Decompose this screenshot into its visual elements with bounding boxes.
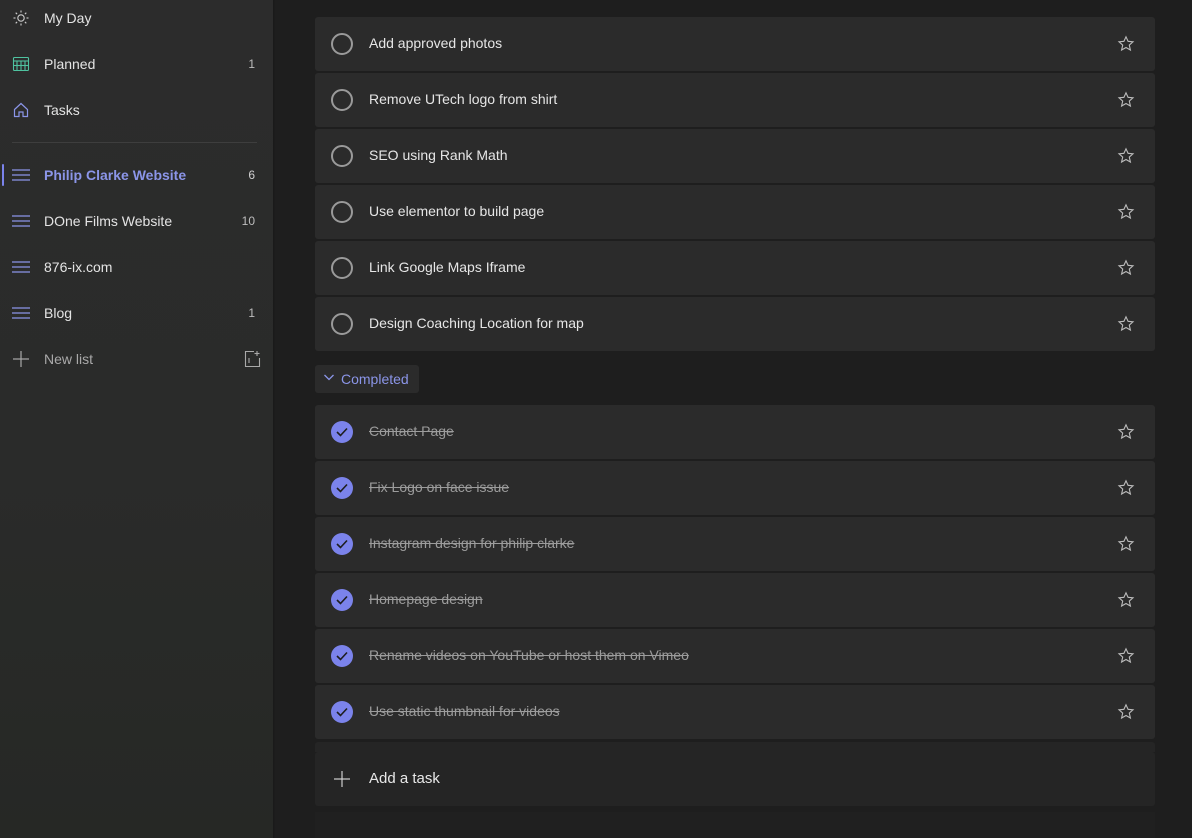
completed-task-item[interactable]: Use static thumbnail for videos [315,685,1155,739]
completed-task-item[interactable]: Rename videos on YouTube or host them on… [315,629,1155,683]
sidebar-item-my-day[interactable]: My Day [0,0,274,41]
sidebar-list-blog[interactable]: Blog 1 [0,290,274,336]
task-item[interactable]: Design Coaching Location for map [315,297,1155,351]
star-icon[interactable] [1117,479,1135,497]
completed-section-toggle[interactable]: Completed [315,365,419,393]
complete-checkbox[interactable] [331,313,353,335]
sidebar: My Day Planned 1 Tasks Philip Clarke Web… [0,0,274,838]
list-icon [12,304,30,322]
task-title: Link Google Maps Iframe [369,259,526,275]
checked-checkbox[interactable] [331,421,353,443]
chevron-down-icon [323,370,335,388]
star-icon[interactable] [1117,703,1135,721]
complete-checkbox[interactable] [331,145,353,167]
completed-task-item[interactable]: Contact Page [315,405,1155,459]
task-item[interactable]: Add approved photos [315,17,1155,71]
task-item[interactable]: Use elementor to build page [315,185,1155,239]
complete-checkbox[interactable] [331,201,353,223]
checked-checkbox[interactable] [331,533,353,555]
sidebar-item-label: My Day [44,10,92,26]
completed-task-item[interactable]: Homepage design [315,573,1155,627]
star-icon[interactable] [1117,591,1135,609]
task-title: Add approved photos [369,35,503,51]
scroll-overflow-edge [315,742,1155,752]
task-title: Homepage design [369,591,483,607]
star-icon[interactable] [1117,147,1135,165]
home-icon [12,101,30,119]
star-icon[interactable] [1117,647,1135,665]
sidebar-list-876-ix[interactable]: 876-ix.com [0,244,274,290]
calendar-icon [12,55,30,73]
list-icon [12,258,30,276]
completed-label: Completed [341,371,409,387]
sidebar-item-tasks[interactable]: Tasks [0,87,274,133]
sidebar-divider [12,142,257,143]
task-list-pane: Add approved photos Remove UTech logo fr… [275,0,1192,838]
active-indicator [2,164,4,186]
complete-checkbox[interactable] [331,257,353,279]
task-count: 10 [241,214,255,228]
task-title: Remove UTech logo from shirt [369,91,558,107]
bottom-overflow-area [315,812,1155,838]
add-task-label: Add a task [369,770,440,787]
checked-checkbox[interactable] [331,701,353,723]
sidebar-item-label: DOne Films Website [44,213,173,229]
checked-checkbox[interactable] [331,477,353,499]
task-title: Rename videos on YouTube or host them on… [369,647,689,663]
task-count: 6 [248,168,255,182]
sidebar-item-label: Tasks [44,102,80,118]
task-item[interactable]: Remove UTech logo from shirt [315,73,1155,127]
star-icon[interactable] [1117,91,1135,109]
sun-icon [12,9,30,27]
completed-task-item[interactable]: Instagram design for philip clarke [315,517,1155,571]
task-item[interactable]: Link Google Maps Iframe [315,241,1155,295]
checked-checkbox[interactable] [331,645,353,667]
new-group-icon[interactable] [243,350,261,373]
sidebar-item-label: Blog [44,305,73,321]
list-icon [12,166,30,184]
task-title: Use elementor to build page [369,203,545,219]
task-title: Fix Logo on face issue [369,479,510,495]
star-icon[interactable] [1117,259,1135,277]
task-title: Use static thumbnail for videos [369,703,560,719]
sidebar-item-planned[interactable]: Planned 1 [0,41,274,87]
checked-checkbox[interactable] [331,589,353,611]
task-title: Contact Page [369,423,454,439]
sidebar-item-label: Philip Clarke Website [44,167,187,183]
sidebar-list-philip-clarke-website[interactable]: Philip Clarke Website 6 [0,152,274,198]
new-list-button[interactable]: New list [0,336,274,382]
task-title: Instagram design for philip clarke [369,535,575,551]
star-icon[interactable] [1117,535,1135,553]
star-icon[interactable] [1117,423,1135,441]
list-icon [12,212,30,230]
task-title: Design Coaching Location for map [369,315,584,331]
add-task-input[interactable]: Add a task [315,752,1155,806]
complete-checkbox[interactable] [331,33,353,55]
sidebar-item-label: Planned [44,56,96,72]
sidebar-item-label: 876-ix.com [44,259,113,275]
star-icon[interactable] [1117,315,1135,333]
complete-checkbox[interactable] [331,89,353,111]
task-count: 1 [248,57,255,71]
new-list-label: New list [44,351,94,367]
plus-icon [12,350,30,368]
task-title: SEO using Rank Math [369,147,508,163]
completed-task-item[interactable]: Fix Logo on face issue [315,461,1155,515]
task-count: 1 [248,306,255,320]
star-icon[interactable] [1117,203,1135,221]
plus-icon [333,770,351,793]
task-item[interactable]: SEO using Rank Math [315,129,1155,183]
star-icon[interactable] [1117,35,1135,53]
sidebar-list-done-films-website[interactable]: DOne Films Website 10 [0,198,274,244]
